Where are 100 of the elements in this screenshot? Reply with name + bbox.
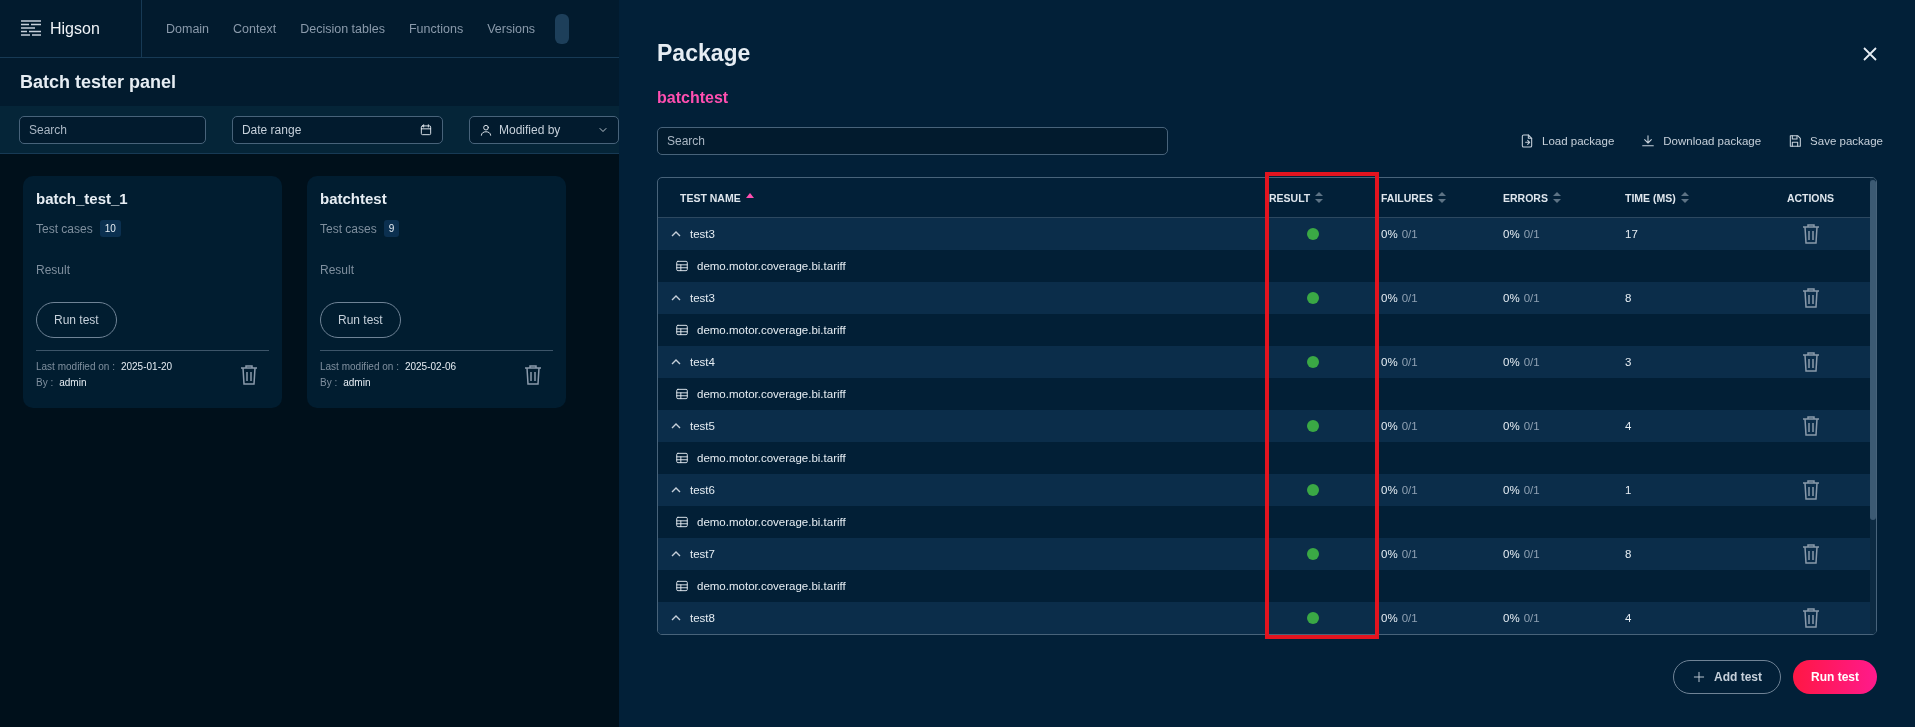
column-header[interactable]: FAILURES <box>1381 191 1433 204</box>
run-test-button[interactable]: Run test <box>1793 660 1877 694</box>
delete-button[interactable] <box>1800 479 1821 501</box>
delete-button[interactable] <box>239 363 259 386</box>
modified-by-dropdown[interactable]: Modified by <box>469 115 619 144</box>
search-field[interactable]: Search <box>19 115 206 144</box>
table-icon <box>675 579 689 593</box>
test-name: test7 <box>690 548 715 560</box>
sort-icon[interactable] <box>1437 192 1446 203</box>
download-package-button[interactable]: Download package <box>1640 133 1762 149</box>
table-icon <box>675 323 689 337</box>
table-icon <box>675 515 689 529</box>
time-value: 3 <box>1625 356 1632 368</box>
delete-button[interactable] <box>1800 223 1821 245</box>
package-name: batch_test_1 <box>36 190 129 207</box>
time-value: 4 <box>1625 420 1632 432</box>
trash-icon <box>1800 607 1821 629</box>
test-cases-label: Test cases <box>320 221 377 236</box>
save-package-button[interactable]: Save package <box>1787 133 1883 149</box>
test-name: test5 <box>690 420 715 432</box>
package-name: batchtest <box>657 89 730 107</box>
table-name: demo.motor.coverage.bi.tariff <box>697 388 846 400</box>
trash-icon <box>1800 543 1821 565</box>
column-header[interactable]: ACTIONS <box>1786 191 1835 204</box>
table-icon <box>675 451 689 465</box>
delete-button[interactable] <box>1800 415 1821 437</box>
trash-icon <box>1800 351 1821 373</box>
nav-tab[interactable]: Versions <box>487 21 536 36</box>
test-cases-label: Test cases <box>36 221 93 236</box>
trash-icon <box>1800 287 1821 309</box>
trash-icon <box>1800 223 1821 245</box>
failures-value: 0% 0/1 <box>1381 292 1418 304</box>
modified-by-text: By : admin <box>320 377 372 388</box>
failures-value: 0% 0/1 <box>1381 484 1418 496</box>
time-value: 8 <box>1625 292 1632 304</box>
time-value: 4 <box>1625 612 1632 624</box>
last-modified-text: Last modified on : 2025-02-06 <box>320 361 457 372</box>
table-name: demo.motor.coverage.bi.tariff <box>697 516 846 528</box>
scrollbar[interactable] <box>1870 178 1876 634</box>
test-name: test4 <box>690 356 715 368</box>
trash-icon <box>1800 415 1821 437</box>
delete-button[interactable] <box>1800 607 1821 629</box>
modified-by-text: By : admin <box>36 377 88 388</box>
sort-icon[interactable] <box>1680 192 1689 203</box>
calendar-icon <box>419 122 433 137</box>
nav-tab[interactable]: Domain <box>166 21 210 36</box>
nav-tab[interactable]: Decision tables <box>300 21 385 36</box>
column-header[interactable]: TEST NAME <box>680 191 741 204</box>
trash-icon <box>523 363 543 386</box>
close-icon <box>1863 46 1877 61</box>
trash-icon <box>1800 479 1821 501</box>
search-field[interactable]: Search <box>657 127 1168 155</box>
errors-value: 0% 0/1 <box>1503 356 1540 368</box>
errors-value: 0% 0/1 <box>1503 484 1540 496</box>
column-header[interactable]: ERRORS <box>1503 191 1548 204</box>
dialog-title: Package <box>657 40 751 67</box>
time-value: 8 <box>1625 548 1632 560</box>
sort-icon[interactable] <box>1552 192 1561 203</box>
download-icon <box>1640 133 1657 149</box>
date-range-field[interactable]: Date range <box>231 115 443 144</box>
delete-button[interactable] <box>1800 351 1821 373</box>
test-name: test6 <box>690 484 715 496</box>
test-name: test3 <box>690 292 715 304</box>
test-cases-count: 9 <box>383 220 400 237</box>
column-header[interactable]: RESULT <box>1269 191 1311 204</box>
close-button[interactable] <box>1863 46 1877 61</box>
delete-button[interactable] <box>1800 543 1821 565</box>
result-label: Result <box>36 263 71 277</box>
errors-value: 0% 0/1 <box>1503 612 1540 624</box>
test-name: test8 <box>690 612 715 624</box>
test-name: test3 <box>690 228 715 240</box>
page-title: Batch tester panel <box>20 71 177 93</box>
trash-icon <box>239 363 259 386</box>
failures-value: 0% 0/1 <box>1381 612 1418 624</box>
errors-value: 0% 0/1 <box>1503 420 1540 432</box>
errors-value: 0% 0/1 <box>1503 292 1540 304</box>
table-name: demo.motor.coverage.bi.tariff <box>697 580 846 592</box>
save-icon <box>1787 133 1804 149</box>
failures-value: 0% 0/1 <box>1381 548 1418 560</box>
failures-value: 0% 0/1 <box>1381 356 1418 368</box>
time-value: 17 <box>1625 228 1638 240</box>
errors-value: 0% 0/1 <box>1503 548 1540 560</box>
failures-value: 0% 0/1 <box>1381 228 1418 240</box>
user-icon <box>479 122 493 137</box>
logo-icon <box>20 19 42 38</box>
column-header[interactable]: TIME (MS) <box>1625 191 1676 204</box>
sort-icon[interactable] <box>1315 192 1324 203</box>
file-icon <box>1519 133 1535 149</box>
load-package-button[interactable]: Load package <box>1519 133 1615 149</box>
table-icon <box>675 387 689 401</box>
logo-text: Higson <box>50 19 100 38</box>
package-name: batchtest <box>320 190 388 207</box>
delete-button[interactable] <box>523 363 543 386</box>
errors-value: 0% 0/1 <box>1503 228 1540 240</box>
table-icon <box>675 259 689 273</box>
result-label: Result <box>320 263 355 277</box>
nav-tab[interactable]: Functions <box>408 21 464 36</box>
nav-tab[interactable]: Context <box>233 21 277 36</box>
time-value: 1 <box>1625 484 1632 496</box>
delete-button[interactable] <box>1800 287 1821 309</box>
